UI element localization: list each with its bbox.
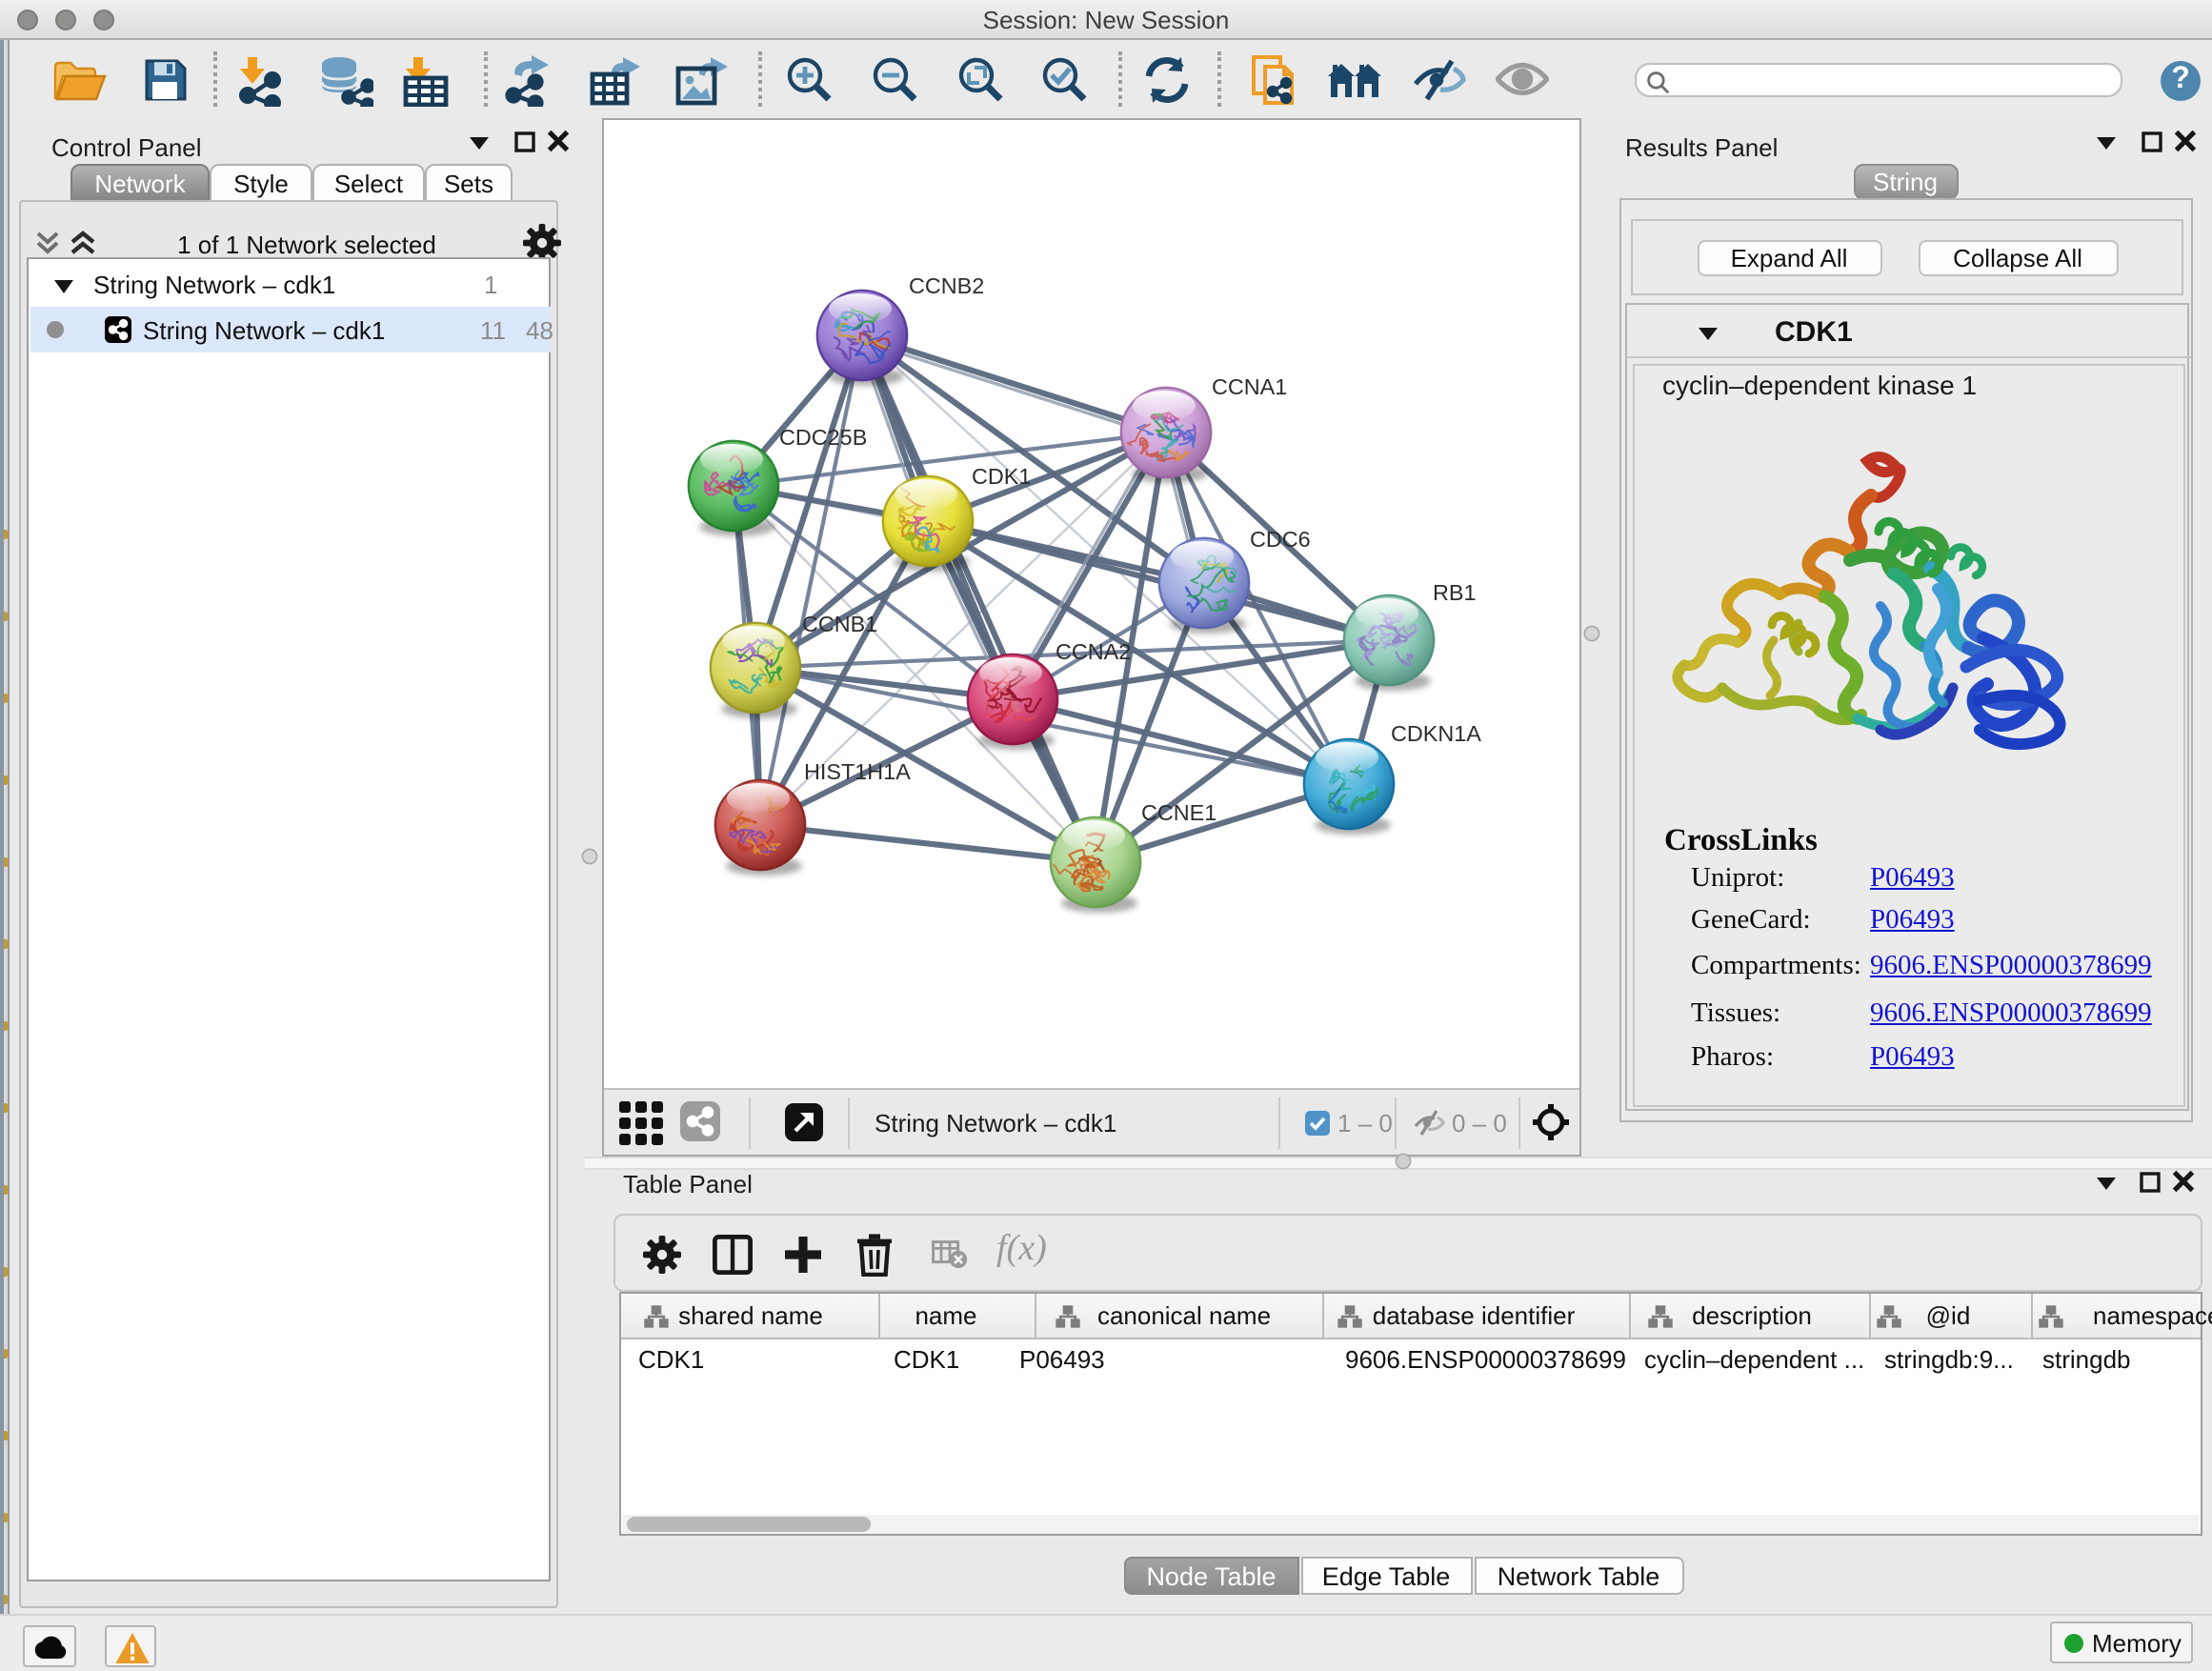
svg-text:CCNE1: CCNE1: [1141, 800, 1217, 825]
svg-text:CCNA1: CCNA1: [1212, 374, 1287, 399]
svg-text:HIST1H1A: HIST1H1A: [804, 759, 911, 784]
svg-text:CDK1: CDK1: [972, 464, 1031, 489]
svg-text:CDKN1A: CDKN1A: [1391, 721, 1481, 746]
svg-text:CCNB2: CCNB2: [909, 273, 984, 298]
svg-text:CDC25B: CDC25B: [779, 425, 867, 450]
svg-text:RB1: RB1: [1433, 580, 1477, 605]
svg-text:CCNB1: CCNB1: [802, 612, 877, 636]
svg-text:CCNA2: CCNA2: [1056, 639, 1131, 664]
svg-text:CDC6: CDC6: [1250, 527, 1311, 552]
